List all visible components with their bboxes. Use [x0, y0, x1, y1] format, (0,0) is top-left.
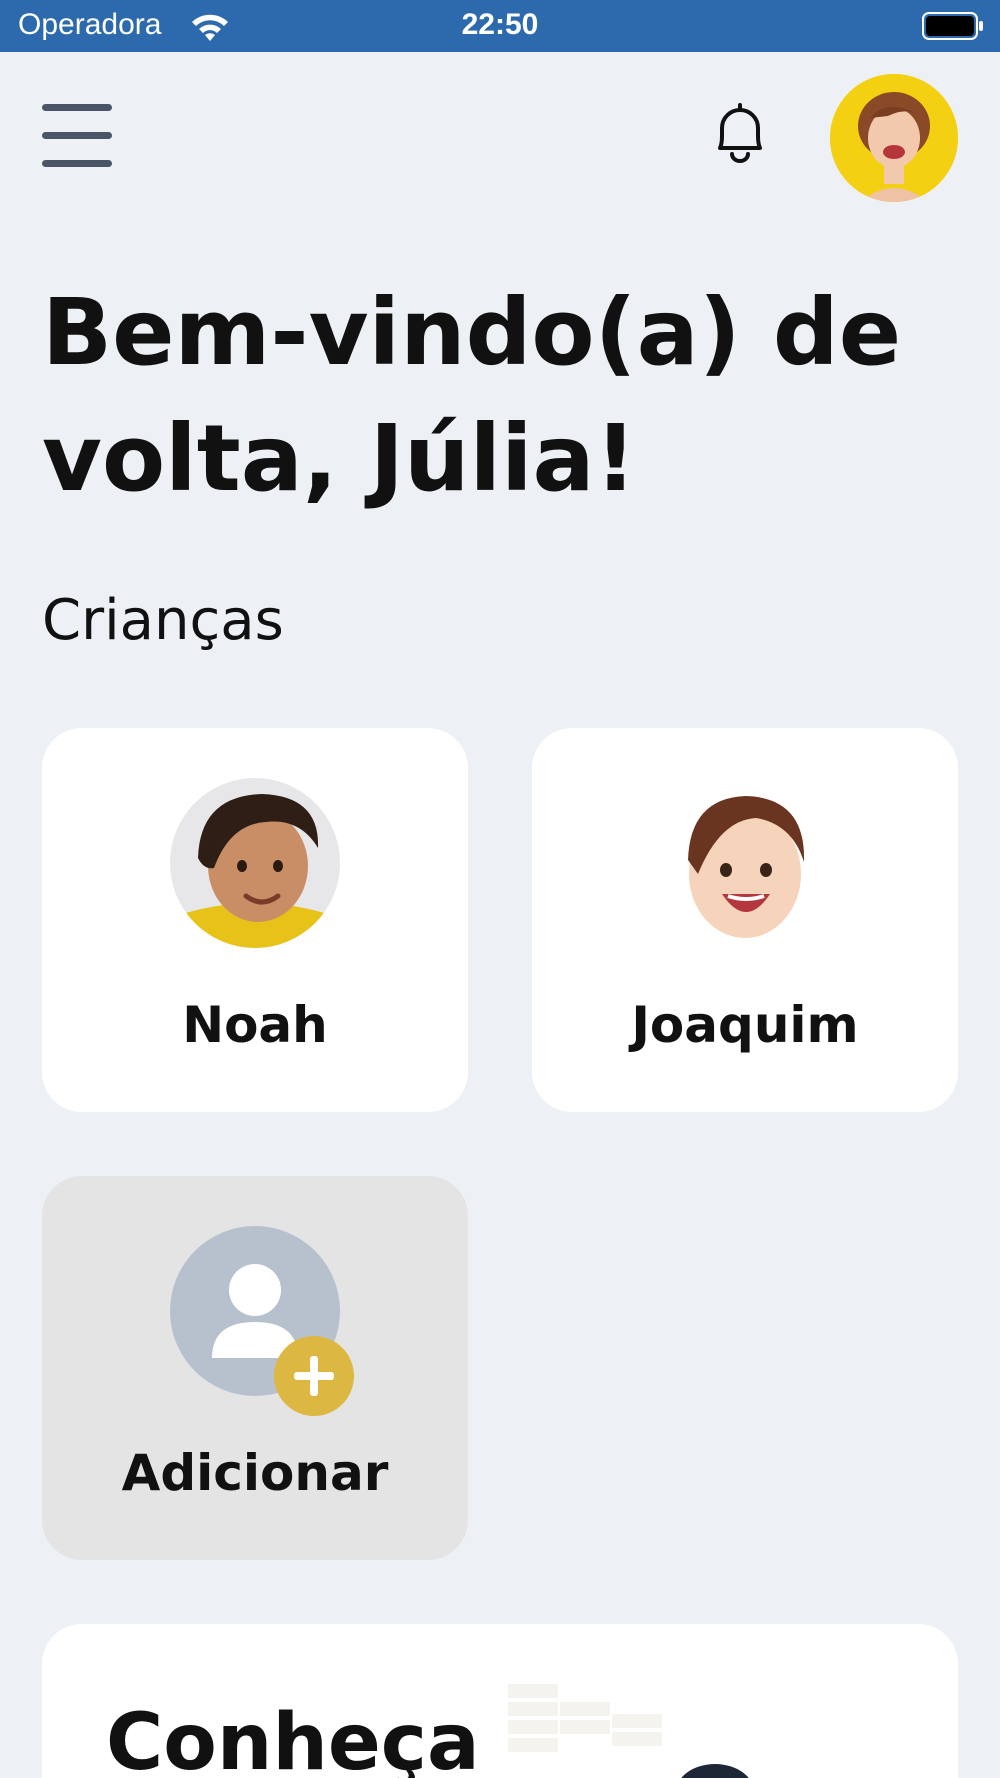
- child-photo-noah: [170, 778, 340, 948]
- welcome-line-1: Bem-vindo(a) de: [42, 279, 902, 386]
- welcome-line-2: volta, Júlia!: [42, 405, 637, 512]
- page-title: Bem-vindo(a) de volta, Júlia!: [42, 270, 922, 522]
- promo-illustration: [508, 1684, 662, 1752]
- child-card-noah[interactable]: Noah: [42, 728, 468, 1112]
- user-avatar[interactable]: [830, 74, 958, 202]
- promo-figure-icon: [681, 1764, 749, 1778]
- section-title-children: Crianças: [42, 588, 284, 653]
- menu-line: [42, 104, 112, 111]
- child-card-joaquim[interactable]: Joaquim: [532, 728, 958, 1112]
- promo-card[interactable]: Conheça: [42, 1624, 958, 1778]
- bell-icon[interactable]: [708, 100, 772, 166]
- menu-line: [42, 132, 112, 139]
- add-child-card[interactable]: Adicionar: [42, 1176, 468, 1560]
- add-child-label: Adicionar: [121, 1444, 389, 1502]
- user-avatar-photo: [830, 74, 958, 202]
- menu-line: [42, 160, 112, 167]
- battery-icon: [922, 12, 983, 40]
- child-name-joaquim: Joaquim: [631, 996, 859, 1054]
- clock: 22:50: [461, 8, 539, 41]
- status-bar: Operadora 22:50: [0, 0, 1000, 52]
- add-user-icon: [170, 1226, 354, 1416]
- promo-title: Conheça: [106, 1698, 480, 1778]
- hamburger-menu-icon[interactable]: [42, 104, 114, 167]
- child-photo-joaquim: [660, 778, 830, 948]
- child-name-noah: Noah: [182, 996, 328, 1054]
